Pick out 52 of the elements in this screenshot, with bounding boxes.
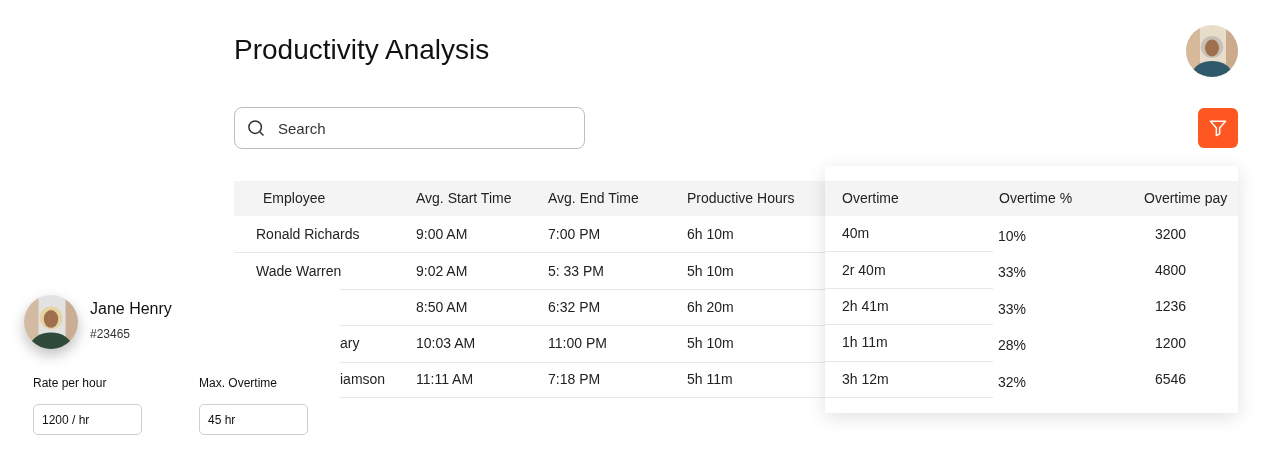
table-cell-text: 6:32 PM xyxy=(548,297,601,317)
table-cell: 33% xyxy=(998,300,1027,317)
table-cell-text: 11:11 AM xyxy=(416,370,474,390)
field-label: Max. Overtime xyxy=(199,375,278,392)
table-cell: 28% xyxy=(998,337,1027,354)
table-cell-text: 40m xyxy=(842,224,870,244)
table-cell-text: 11:00 PM xyxy=(548,334,607,354)
column-header: Overtime xyxy=(841,189,900,208)
column-header: Employee xyxy=(262,189,327,208)
table-cell-text: Ronald Richards xyxy=(256,224,360,244)
table-cell-text: 5h 11m xyxy=(687,370,733,390)
table-cell-text: 9:02 AM xyxy=(416,261,468,281)
column-header: Avg. Start Time xyxy=(415,189,513,208)
column-header: Overtime % xyxy=(998,189,1074,208)
search-icon xyxy=(246,118,266,138)
input-field[interactable]: 45 hr xyxy=(199,404,308,435)
table-cell-text: 1h 11m xyxy=(842,333,888,353)
table-cell-text: 6h 10m xyxy=(687,224,734,244)
table-cell-text: 9:00 AM xyxy=(416,224,468,244)
table-cell-text: 5h 10m xyxy=(687,261,734,281)
table-cell: 33% xyxy=(998,264,1027,281)
column-header: Productive Hours xyxy=(686,189,796,208)
table-cell-text: 8:50 AM xyxy=(416,297,468,317)
search-field[interactable]: Search xyxy=(234,107,585,149)
table-cell-text: 1236 xyxy=(1155,297,1187,317)
page-title: Productivity Analysis xyxy=(234,33,490,67)
table-cell-text: 5: 33 PM xyxy=(548,261,605,281)
column-header: Overtime pay xyxy=(1143,189,1229,208)
table-cell: 32% xyxy=(998,373,1027,390)
profile-name: Jane Henry xyxy=(90,299,172,319)
filter-button[interactable] xyxy=(1198,108,1238,148)
filter-icon xyxy=(1208,118,1228,138)
field-label: Rate per hour xyxy=(33,375,108,392)
table-cell-text: 10:03 AM xyxy=(416,334,476,354)
table-cell-text: 4800 xyxy=(1155,261,1187,281)
table-cell-text: 3h 12m xyxy=(842,369,889,389)
table-cell-text: iamson xyxy=(340,370,386,390)
table-cell: 10% xyxy=(998,228,1027,244)
table-cell-text: 3200 xyxy=(1155,224,1187,244)
table-cell-text: 2r 40m xyxy=(842,260,886,280)
table-cell-text: 6546 xyxy=(1155,370,1187,390)
column-header: Avg. End Time xyxy=(547,189,640,208)
table-cell-text: 5h 10m xyxy=(687,334,734,354)
table-cell-text: 7:18 PM xyxy=(548,370,601,390)
table-cell-text: Wade Warren xyxy=(256,261,342,281)
table-cell-text: 2h 41m xyxy=(842,296,889,316)
table-cell-text: ary xyxy=(340,334,360,354)
table-cell-text: 1200 xyxy=(1155,333,1187,353)
table-cell-text: 7:00 PM xyxy=(548,224,601,244)
input-field[interactable]: 1200 / hr xyxy=(33,404,142,435)
profile-id: #23465 xyxy=(90,326,132,343)
table-cell-text: 6h 20m xyxy=(687,297,734,317)
